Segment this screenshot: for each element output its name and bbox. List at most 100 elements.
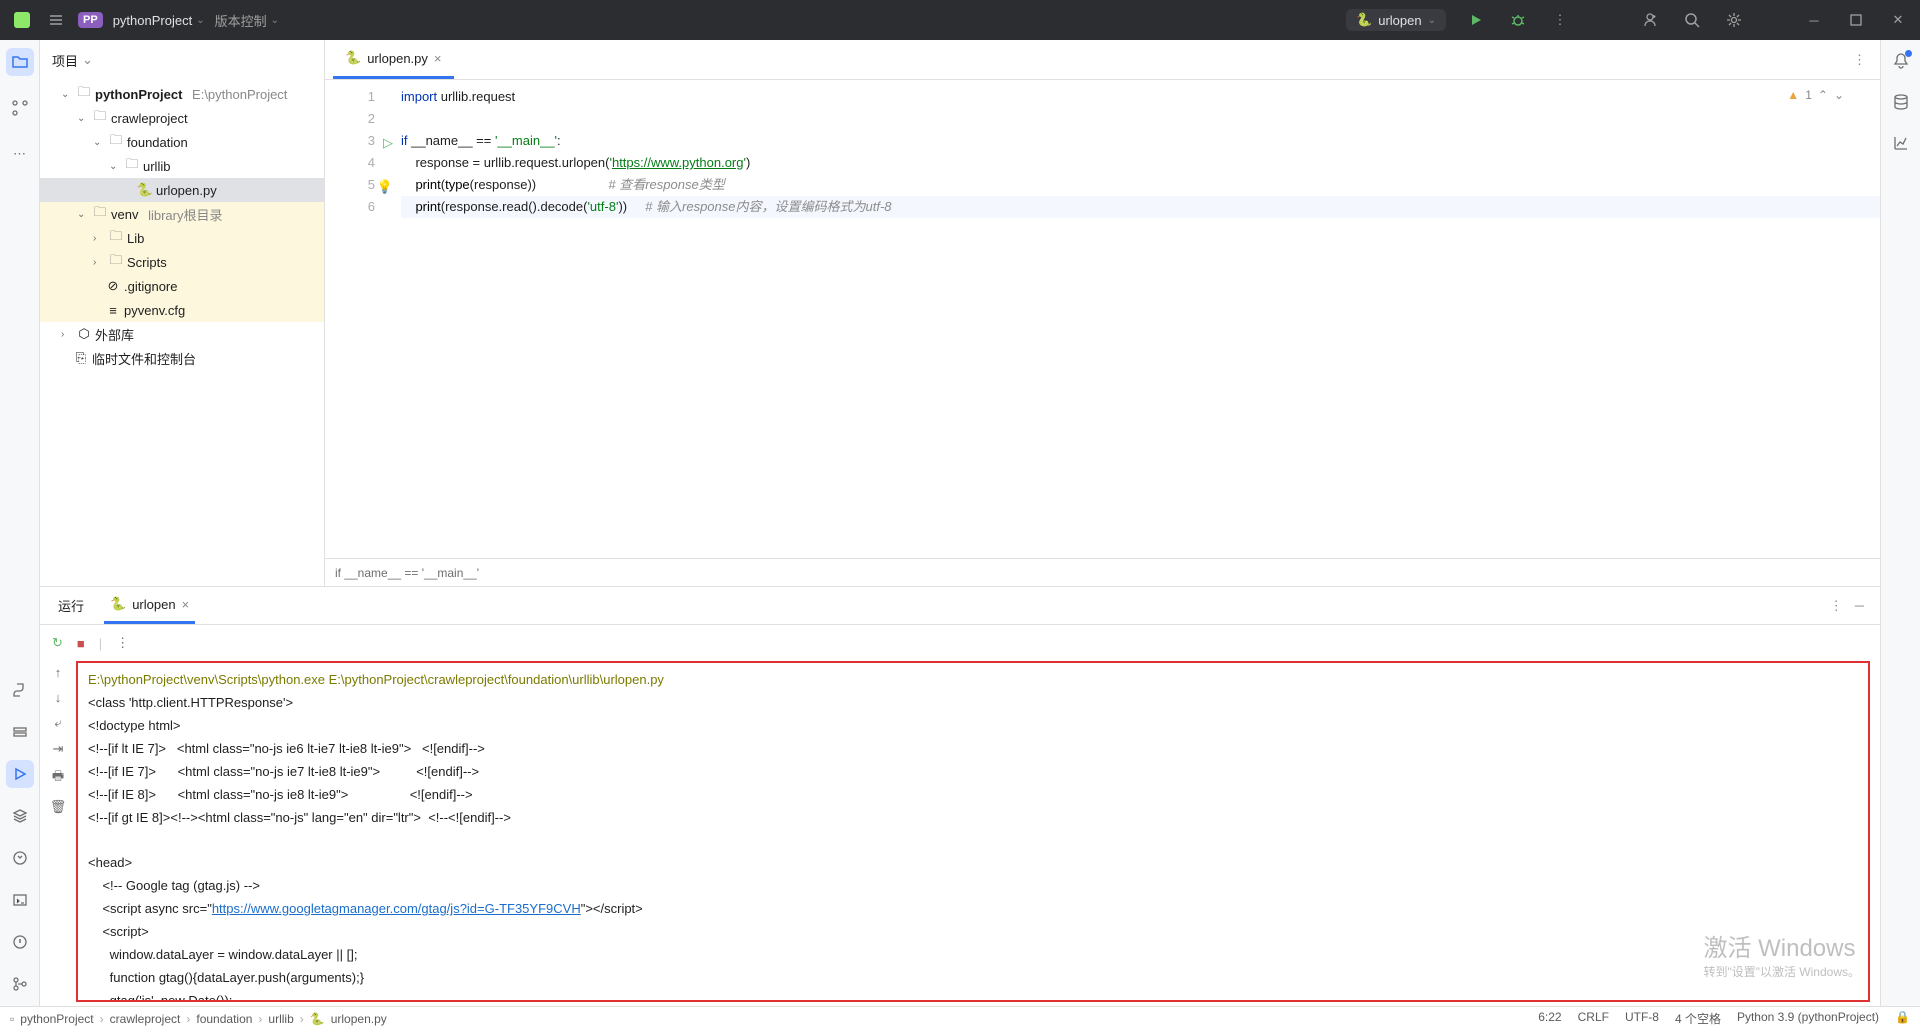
chevron-right-icon: › [300, 1012, 304, 1026]
project-panel-header[interactable]: 项目 ⌄ [40, 40, 324, 80]
tree-label: Scripts [127, 255, 167, 270]
project-badge: PP [78, 12, 103, 28]
interpreter[interactable]: Python 3.9 (pythonProject) [1737, 1010, 1879, 1027]
gutter-bulb-icon[interactable]: 💡 [377, 176, 393, 198]
up-icon[interactable]: ⌃ [1818, 88, 1828, 102]
code-area[interactable]: import urllib.request if __name__ == '__… [385, 80, 1880, 558]
more-actions-icon[interactable]: ⋮ [1548, 8, 1572, 32]
vcs-tool-icon[interactable] [6, 970, 34, 998]
console-link[interactable]: https://www.googletagmanager.com/gtag/js… [212, 901, 581, 916]
tree-item[interactable]: ⌄ 🗀 crawleproject [40, 106, 324, 130]
run-config-selector[interactable]: 🐍 urlopen ⌄ [1346, 9, 1446, 31]
main-menu-icon[interactable] [44, 8, 68, 32]
readonly-icon[interactable]: 🔒 [1895, 1010, 1910, 1027]
console-output[interactable]: E:\pythonProject\venv\Scripts\python.exe… [76, 661, 1870, 1002]
down-icon[interactable]: ⌄ [1834, 88, 1844, 102]
structure-tool-icon[interactable] [6, 94, 34, 122]
build-icon[interactable] [6, 844, 34, 872]
notifications-icon[interactable] [1892, 52, 1910, 73]
project-dropdown[interactable]: pythonProject ⌄ [113, 13, 205, 28]
terminal-icon[interactable] [6, 886, 34, 914]
cursor-position[interactable]: 6:22 [1538, 1010, 1561, 1027]
right-tool-rail [1880, 40, 1920, 1006]
breadcrumb[interactable]: ▫ pythonProject › crawleproject › foundati… [10, 1012, 387, 1026]
tree-item[interactable]: ⊘ .gitignore [40, 274, 324, 298]
expand-icon: ⌄ [61, 89, 73, 100]
debug-button[interactable] [1506, 8, 1530, 32]
tree-item[interactable]: ⌄ 🗀 foundation [40, 130, 324, 154]
encoding[interactable]: UTF-8 [1625, 1010, 1659, 1027]
crumb-item[interactable]: foundation [196, 1012, 252, 1026]
editor-more-icon[interactable]: ⋮ [1853, 52, 1866, 68]
editor-breadcrumb[interactable]: if __name__ == '__main__' [325, 558, 1880, 586]
minimize-icon[interactable]: ─ [1802, 8, 1826, 32]
titlebar: PP pythonProject ⌄ 版本控制 ⌄ 🐍 urlopen ⌄ ⋮ [0, 0, 1920, 40]
more-tool-icon[interactable]: ⋯ [6, 140, 34, 168]
tree-path: E:\pythonProject [192, 87, 287, 102]
search-icon[interactable] [1680, 8, 1704, 32]
problems-badge[interactable]: ▲ 1 ⌃ ⌄ [1787, 88, 1844, 102]
run-panel: 运行 🐍 urlopen × ⋮ ─ ↻ ■ | ⋮ [40, 586, 1880, 1006]
tree-item[interactable]: › ⬡ 外部库 [40, 322, 324, 346]
line-sep[interactable]: CRLF [1578, 1010, 1609, 1027]
rerun-icon[interactable]: ↻ [52, 635, 63, 651]
vcs-label: 版本控制 [215, 11, 267, 30]
soft-wrap-icon[interactable]: ⤶ [54, 715, 61, 731]
vcs-dropdown[interactable]: 版本控制 ⌄ [215, 11, 279, 30]
chevron-down-icon: ⌄ [82, 52, 93, 68]
tree-item[interactable]: ⌄ 🗀 venv library根目录 [40, 202, 324, 226]
folder-icon: 🗀 [92, 110, 108, 126]
close-icon[interactable]: ✕ [1886, 8, 1910, 32]
tree-item[interactable]: › 🗀 Scripts [40, 250, 324, 274]
scroll-to-end-icon[interactable]: ⇥ [53, 741, 64, 757]
close-tab-icon[interactable]: × [182, 597, 190, 612]
gutter-run-icon[interactable]: ▷ [383, 132, 393, 154]
sciview-icon[interactable] [1892, 134, 1910, 155]
problems-icon[interactable] [6, 928, 34, 956]
crumb-item[interactable]: pythonProject [20, 1012, 93, 1026]
project-tool-icon[interactable] [6, 48, 34, 76]
console-line: <script async src=" [88, 901, 212, 916]
print-icon[interactable]: 🖶 [52, 767, 64, 789]
services-icon[interactable] [6, 718, 34, 746]
app-logo-icon[interactable] [10, 8, 34, 32]
module-icon: ▫ [10, 1012, 14, 1026]
settings-icon[interactable] [1722, 8, 1746, 32]
tree-item[interactable]: › 🗀 Lib [40, 226, 324, 250]
close-tab-icon[interactable]: × [434, 51, 442, 66]
line-number: 2 [325, 108, 375, 130]
chevron-right-icon: › [100, 1012, 104, 1026]
layers-icon[interactable] [6, 802, 34, 830]
run-tab[interactable]: 运行 [52, 587, 90, 624]
project-tree: ⌄ 🗀 pythonProject E:\pythonProject ⌄ 🗀 c… [40, 80, 324, 586]
crumb-item[interactable]: urlopen.py [331, 1012, 387, 1026]
run-tool-icon[interactable] [6, 760, 34, 788]
run-tab-config[interactable]: 🐍 urlopen × [104, 587, 195, 624]
indent[interactable]: 4 个空格 [1675, 1010, 1721, 1027]
python-packages-icon[interactable] [6, 676, 34, 704]
editor-tab[interactable]: 🐍 urlopen.py × [333, 40, 454, 79]
scroll-up-icon[interactable]: ↑ [55, 665, 62, 680]
line-number: 5 [368, 177, 375, 192]
console-line: <!--[if gt IE 8]><!--><html class="no-js… [88, 810, 511, 825]
code-with-me-icon[interactable] [1638, 8, 1662, 32]
expand-icon: ⌄ [109, 161, 121, 172]
tree-item[interactable]: ⎘ 临时文件和控制台 [40, 346, 324, 370]
tree-item[interactable]: ⌄ 🗀 urllib [40, 154, 324, 178]
run-panel-more-icon[interactable]: ⋮ [1830, 598, 1843, 614]
run-panel-minimize-icon[interactable]: ─ [1855, 598, 1864, 614]
clear-icon[interactable]: 🗑 [50, 799, 67, 815]
database-icon[interactable] [1892, 93, 1910, 114]
scroll-down-icon[interactable]: ↓ [55, 690, 62, 705]
tree-root[interactable]: ⌄ 🗀 pythonProject E:\pythonProject [40, 82, 324, 106]
crumb-item[interactable]: urllib [268, 1012, 293, 1026]
tree-item[interactable]: ≡ pyvenv.cfg [40, 298, 324, 322]
run-toolbar-more-icon[interactable]: ⋮ [116, 635, 129, 651]
crumb-item[interactable]: crawleproject [110, 1012, 181, 1026]
maximize-icon[interactable] [1844, 8, 1868, 32]
editor-body[interactable]: 1 2 ▷3 4 💡5 6 import urllib.request if _… [325, 80, 1880, 558]
warning-icon: ▲ [1787, 88, 1799, 102]
run-button[interactable] [1464, 8, 1488, 32]
stop-icon[interactable]: ■ [77, 636, 85, 651]
tree-item-selected[interactable]: 🐍 urlopen.py [40, 178, 324, 202]
